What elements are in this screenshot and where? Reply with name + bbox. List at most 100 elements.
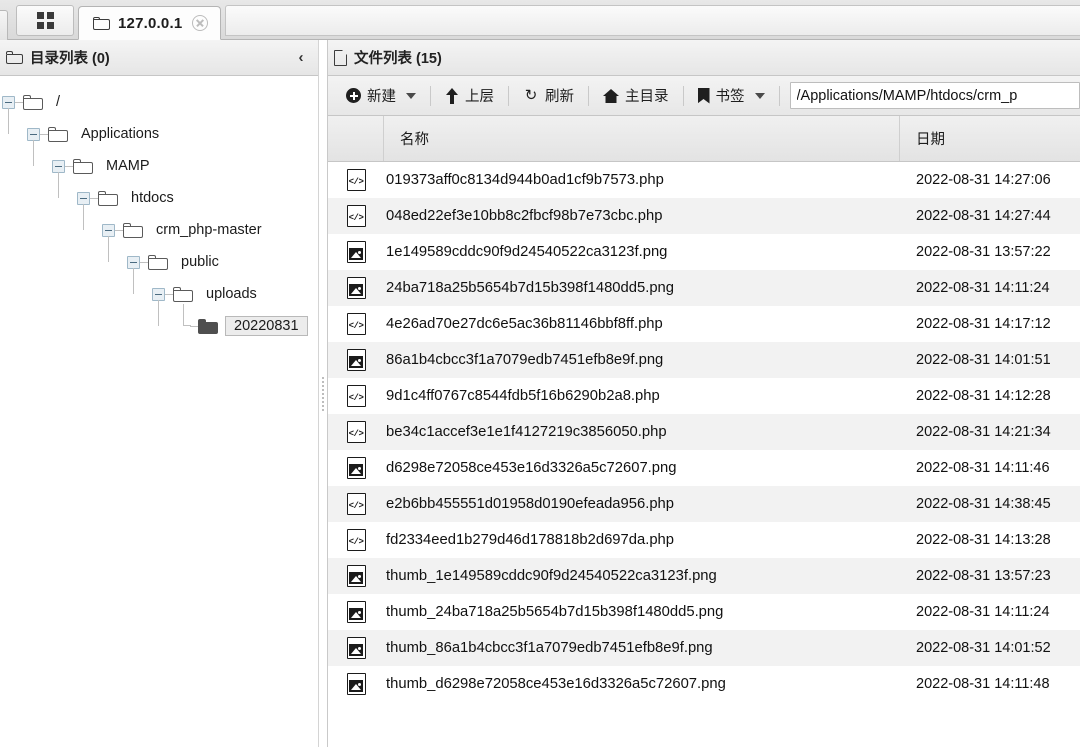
file-name-cell: 86a1b4cbcc3f1a7079edb7451efb8e9f.png [386,352,664,368]
column-header-date[interactable]: 日期 [900,116,1080,161]
tree-connector [8,108,9,134]
splitter-grip [322,376,324,411]
file-date-cell: 2022-08-31 14:11:24 [916,280,1050,296]
tree-expander[interactable] [27,127,40,141]
tab-bar-filler [225,5,1080,36]
file-date-cell: 2022-08-31 13:57:22 [916,244,1051,260]
up-button-label: 上层 [465,89,494,105]
file-table-header: 名称 日期 [328,116,1080,162]
tree-item-20220831[interactable]: 20220831 [0,300,318,342]
tree-item-mamp[interactable]: MAMP [0,140,318,182]
directory-tree: / Applications MAMP htdocs crm_php-masterpub… [0,76,318,747]
table-row[interactable]: d6298e72058ce453e16d3326a5c72607.png 2022… [328,450,1080,486]
up-button[interactable]: 上层 [435,82,504,110]
directory-panel-header: 目录列表 (0) ‹ [0,40,318,76]
tree-item-label: MAMP [106,158,150,174]
column-header-icon[interactable] [328,116,384,161]
image-file-icon [346,637,366,659]
tree-expander[interactable] [52,159,65,173]
table-row[interactable]: </> 019373aff0c8134d944b0ad1cf9b7573.php 2… [328,162,1080,198]
table-row[interactable]: thumb_86a1b4cbcc3f1a7079edb7451efb8e9f.p… [328,630,1080,666]
file-icon-cell [328,457,384,479]
php-file-icon: </> [346,169,366,191]
table-row[interactable]: </> 9d1c4ff0767c8544fdb5f16b6290b2a8.php 2… [328,378,1080,414]
file-date-cell: 2022-08-31 14:01:52 [916,640,1051,656]
tree-item-label: 20220831 [225,316,308,336]
file-date-cell: 2022-08-31 14:12:28 [916,388,1051,404]
grid-icon [36,12,54,29]
file-icon-cell [328,277,384,299]
tree-connector [165,293,173,295]
table-row[interactable]: </> 4e26ad70e27dc6e5ac36b81146bbf8ff.php 2… [328,306,1080,342]
tree-item-applications[interactable]: Applications [0,108,318,150]
table-row[interactable]: </> e2b6bb455551d01958d0190efeada956.php 2… [328,486,1080,522]
path-field-wrapper [784,82,1080,109]
panel-splitter[interactable] [318,40,328,747]
table-row[interactable]: </> 048ed22ef3e10bb8c2fbcf98b7e73cbc.php 2… [328,198,1080,234]
file-date-cell: 2022-08-31 14:13:28 [916,532,1051,548]
close-icon[interactable] [192,15,209,31]
tree-expander[interactable] [152,287,165,301]
tree-expander[interactable] [127,255,140,269]
table-row[interactable]: thumb_d6298e72058ce453e16d3326a5c72607.p… [328,666,1080,702]
tree-item-crm-php-master[interactable]: crm_php-master [0,204,318,246]
php-file-icon: </> [346,493,366,515]
tree-connector [58,172,59,198]
tree-item-htdocs[interactable]: htdocs [0,172,318,214]
image-file-icon [346,349,366,371]
file-icon-cell [328,601,384,623]
table-row[interactable]: 1e149589cddc90f9d24540522ca3123f.png 2022… [328,234,1080,270]
tree-expander[interactable] [77,191,90,205]
table-row[interactable]: </> fd2334eed1b279d46d178818b2d697da.php 2… [328,522,1080,558]
bookmark-button[interactable]: 书签 [688,82,775,110]
php-file-icon: </> [346,205,366,227]
file-date-cell: 2022-08-31 14:27:06 [916,172,1051,188]
path-input[interactable] [789,82,1080,109]
home-button[interactable]: 主目录 [593,82,679,110]
tree-item--[interactable]: / [0,86,318,118]
tree-connector [177,304,191,342]
column-header-name[interactable]: 名称 [384,116,900,161]
table-row[interactable]: 86a1b4cbcc3f1a7079edb7451efb8e9f.png 2022… [328,342,1080,378]
grid-view-button[interactable] [16,5,74,36]
table-row[interactable]: thumb_24ba718a25b5654b7d15b398f1480dd5.p… [328,594,1080,630]
file-date-cell: 2022-08-31 14:11:24 [916,604,1050,620]
tab-stub[interactable] [0,10,8,40]
tree-item-label: htdocs [131,190,174,206]
collapse-sidebar-button[interactable]: ‹ [292,49,310,67]
table-row[interactable]: </> be34c1accef3e1e1f4127219c3856050.php 2… [328,414,1080,450]
file-icon-cell [328,673,384,695]
tree-item-label: uploads [206,286,257,302]
file-name-cell: thumb_86a1b4cbcc3f1a7079edb7451efb8e9f.p… [386,640,713,656]
refresh-button-label: 刷新 [545,89,574,105]
folder-icon [98,190,118,206]
tree-expander[interactable] [102,223,115,237]
chevron-down-icon[interactable] [406,92,416,99]
table-row[interactable]: 24ba718a25b5654b7d15b398f1480dd5.png 2022… [328,270,1080,306]
tab-127-0-0-1[interactable]: 127.0.0.1 [78,6,222,40]
file-icon-cell [328,637,384,659]
php-file-icon: </> [346,313,366,335]
image-file-icon [346,277,366,299]
tree-connector [115,229,123,231]
php-file-icon: </> [346,385,366,407]
chevron-down-icon[interactable] [754,92,765,99]
tree-item-label: public [181,254,219,270]
file-name-cell: 1e149589cddc90f9d24540522ca3123f.png [386,244,668,260]
tab-bar: 127.0.0.1 [0,0,1080,40]
toolbar-separator [508,85,509,106]
tree-expander[interactable] [2,95,15,109]
tab-label: 127.0.0.1 [118,14,183,32]
refresh-button[interactable]: ↻ 刷新 [513,82,584,110]
new-button[interactable]: 新建 [336,82,426,110]
table-row[interactable]: thumb_1e149589cddc90f9d24540522ca3123f.p… [328,558,1080,594]
folder-icon [93,16,110,30]
file-name-cell: be34c1accef3e1e1f4127219c3856050.php [386,424,667,440]
file-date-cell: 2022-08-31 14:38:45 [916,496,1051,512]
file-name-cell: 9d1c4ff0767c8544fdb5f16b6290b2a8.php [386,388,660,404]
image-file-icon [346,673,366,695]
tree-item-public[interactable]: public [0,236,318,278]
tree-item-uploads[interactable]: uploads [0,268,318,310]
tree-connector [140,261,148,263]
tree-connector [190,325,198,327]
